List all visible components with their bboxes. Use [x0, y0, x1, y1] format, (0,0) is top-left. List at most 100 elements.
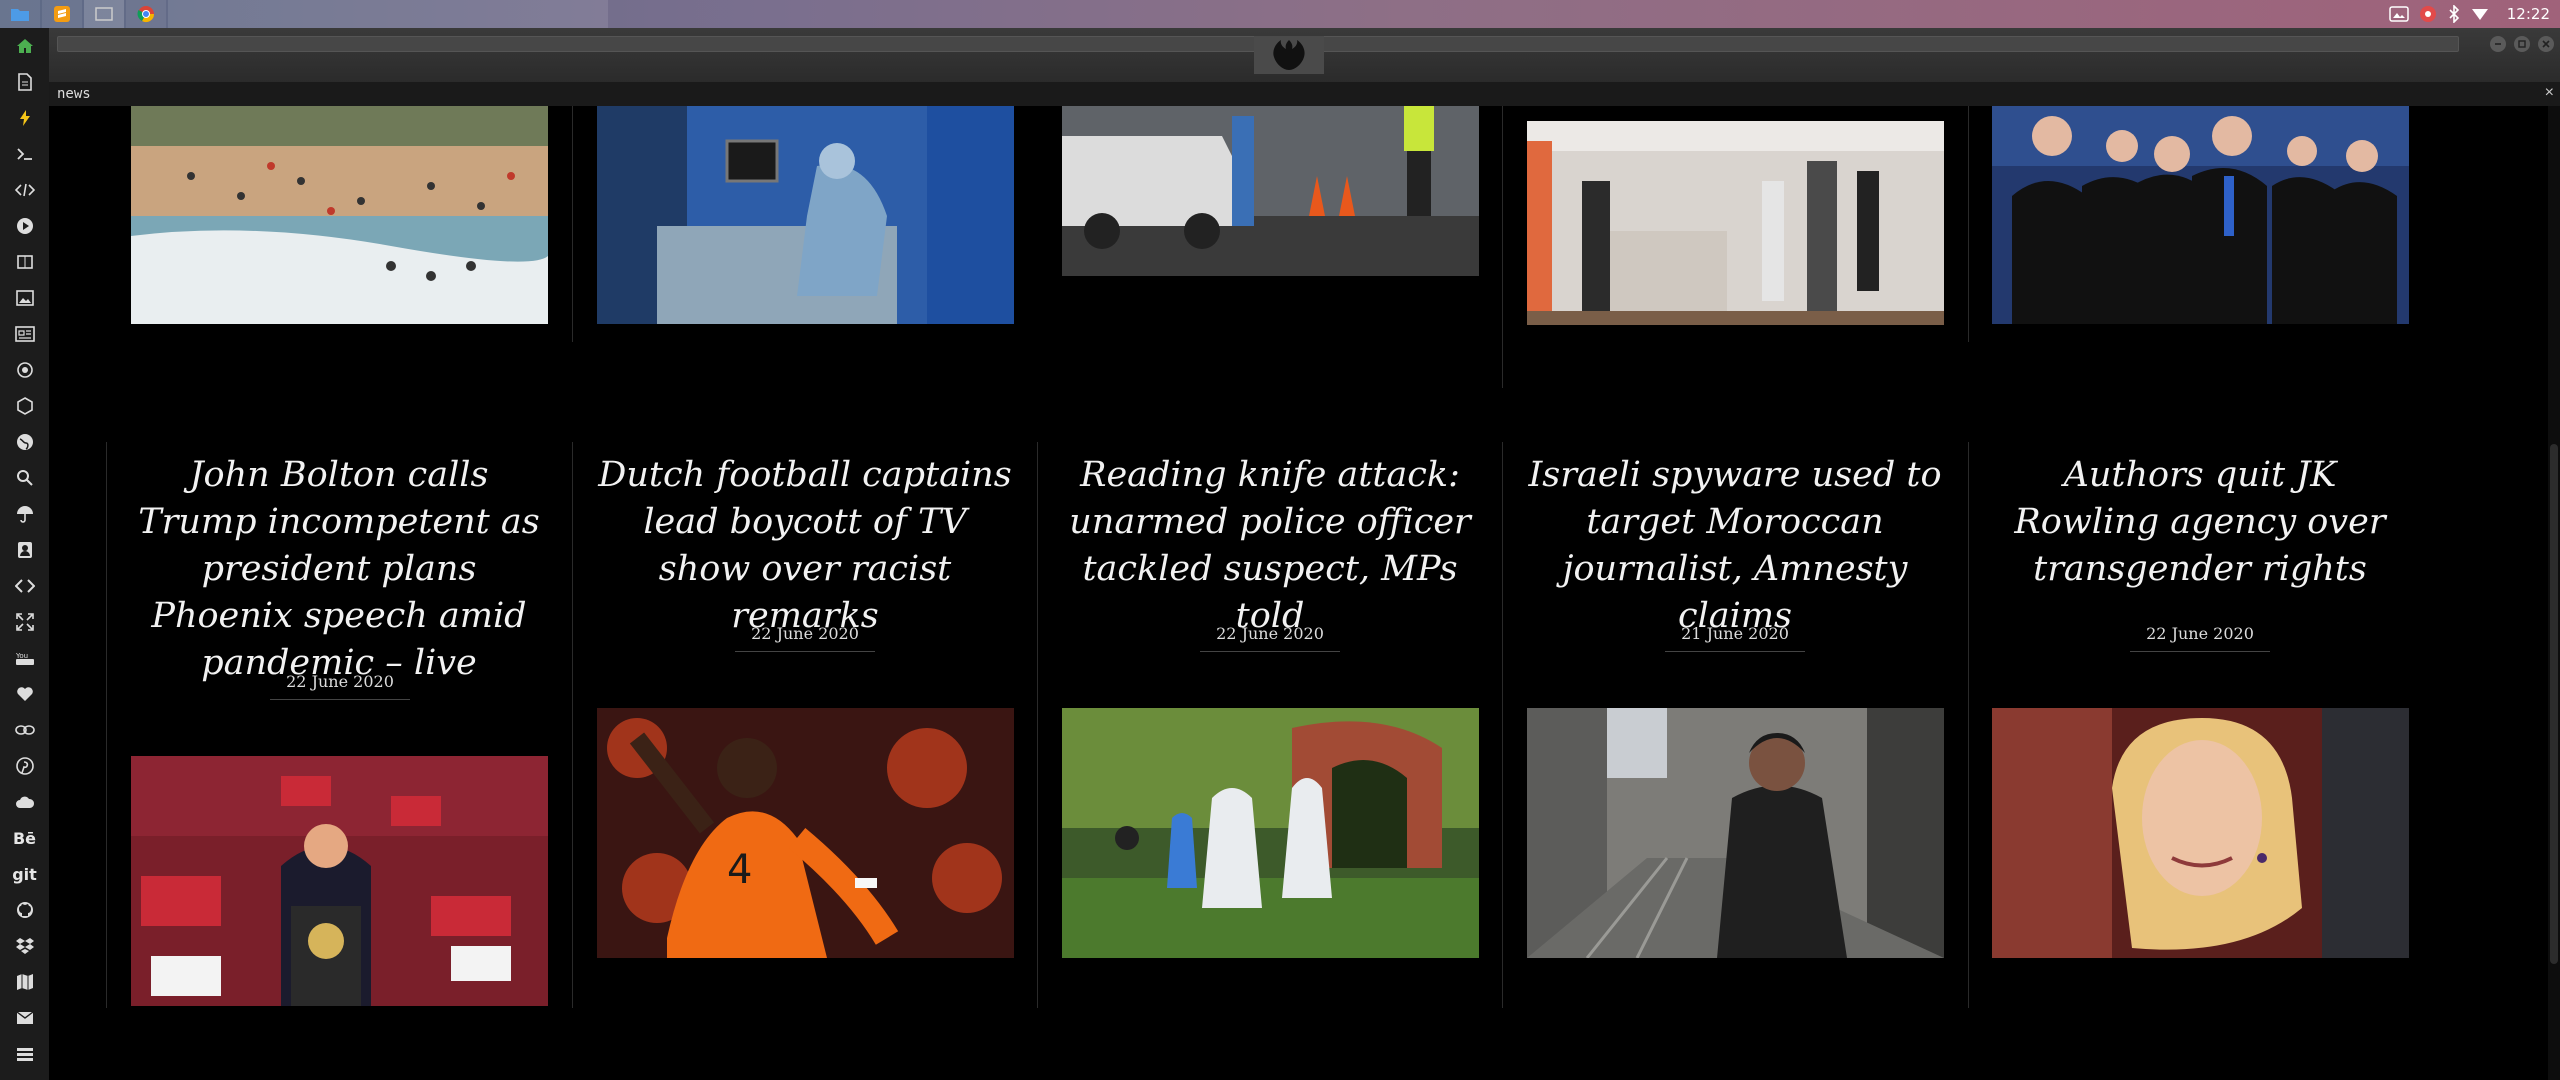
dock-settings[interactable]	[0, 352, 49, 388]
dropbox-icon	[15, 938, 34, 954]
rebel-logo-tab[interactable]	[1254, 36, 1324, 74]
play-icon	[16, 218, 33, 234]
bolt-icon	[19, 110, 30, 126]
article-image-rally[interactable]	[131, 756, 548, 1006]
column-divider	[106, 442, 107, 1008]
system-tray: 12:22	[2389, 0, 2550, 28]
dock-code-tag[interactable]	[0, 568, 49, 604]
dock-github[interactable]	[0, 892, 49, 928]
dock-map[interactable]	[0, 964, 49, 1000]
dock-heart[interactable]	[0, 676, 49, 712]
dock-link[interactable]	[0, 712, 49, 748]
clock[interactable]: 12:22	[2507, 5, 2550, 23]
article-image-leaders[interactable]	[1992, 106, 2409, 324]
article-image-forensics[interactable]	[1062, 708, 1479, 958]
article-date: 22 June 2020	[270, 672, 410, 700]
chrome-icon	[137, 6, 155, 23]
tab-close-button[interactable]: ×	[2545, 84, 2554, 102]
alert-icon[interactable]	[2419, 5, 2437, 23]
heart-icon	[16, 687, 33, 701]
article-image-store[interactable]	[1527, 121, 1944, 325]
close-window-button[interactable]	[2538, 36, 2554, 52]
close-icon	[2542, 40, 2550, 48]
dock-git[interactable]: git	[0, 856, 49, 892]
git-icon: git	[12, 864, 37, 884]
dock-expand[interactable]	[0, 604, 49, 640]
dock-news[interactable]	[0, 316, 49, 352]
article-headline[interactable]: Authors quit JK Rowling agency over tran…	[1990, 452, 2410, 593]
dock-image[interactable]	[0, 280, 49, 316]
os-top-bar: 12:22	[0, 0, 2560, 28]
dock-list[interactable]	[0, 1036, 49, 1072]
article-headline[interactable]: Israeli spyware used to target Moroccan …	[1525, 452, 1945, 640]
photo-icon[interactable]	[2389, 6, 2409, 22]
sublime-icon	[54, 6, 70, 22]
taskbar	[0, 0, 608, 28]
umbrella-icon	[16, 506, 33, 523]
article-image-footballer[interactable]: 4	[597, 708, 1014, 958]
dock-behance[interactable]: Bē	[0, 820, 49, 856]
dock-bolt[interactable]	[0, 100, 49, 136]
blank-taskbar-button[interactable]	[84, 0, 124, 28]
dock-book[interactable]	[0, 244, 49, 280]
article-headline[interactable]: Reading knife attack: unarmed police off…	[1060, 452, 1480, 640]
dock-play[interactable]	[0, 208, 49, 244]
left-dock: You Bē git	[0, 28, 50, 1080]
article-headline[interactable]: John Bolton calls Trump incompetent as p…	[129, 452, 549, 687]
rebel-alliance-icon	[1273, 40, 1305, 70]
link-icon	[14, 725, 35, 735]
page-scrollbar[interactable]	[2548, 106, 2560, 1080]
article-image-hospital[interactable]	[597, 106, 1014, 324]
dock-search[interactable]	[0, 460, 49, 496]
article-image-author[interactable]	[1992, 708, 2409, 958]
code-tag-icon	[14, 579, 35, 593]
maximize-button[interactable]	[2514, 36, 2530, 52]
cloud-icon	[15, 796, 34, 808]
svg-text:You: You	[15, 652, 28, 660]
tab-title[interactable]: news	[57, 86, 91, 102]
article-date: 22 June 2020	[2130, 624, 2270, 652]
chrome-taskbar-button[interactable]	[126, 0, 166, 28]
dock-youtube[interactable]: You	[0, 640, 49, 676]
dock-contact[interactable]	[0, 532, 49, 568]
scrollbar-thumb[interactable]	[2550, 444, 2558, 964]
dock-umbrella[interactable]	[0, 496, 49, 532]
window-controls	[2490, 36, 2554, 52]
column-divider	[1502, 442, 1503, 1008]
svg-text:4: 4	[727, 847, 752, 893]
dock-cloud[interactable]	[0, 784, 49, 820]
dock-home[interactable]	[0, 28, 49, 64]
column-divider	[1037, 442, 1038, 1008]
dock-globe[interactable]	[0, 424, 49, 460]
article-date: 22 June 2020	[1200, 624, 1340, 652]
wifi-icon[interactable]	[2471, 7, 2489, 21]
dock-document[interactable]	[0, 64, 49, 100]
files-taskbar-button[interactable]	[0, 0, 40, 28]
dock-hexagon[interactable]	[0, 388, 49, 424]
tab-strip: news ×	[49, 82, 2560, 107]
article-image-testing-site[interactable]	[1062, 106, 1479, 276]
news-grid: John Bolton calls Trump incompetent as p…	[49, 106, 2560, 1080]
behance-icon: Bē	[12, 828, 37, 848]
expand-icon	[15, 613, 34, 631]
home-icon	[16, 39, 33, 53]
dock-terminal[interactable]	[0, 136, 49, 172]
sublime-taskbar-button[interactable]	[42, 0, 82, 28]
bluetooth-icon[interactable]	[2447, 5, 2461, 23]
dock-code[interactable]	[0, 172, 49, 208]
dock-dropbox[interactable]	[0, 928, 49, 964]
mail-icon	[16, 1011, 33, 1024]
minimize-button[interactable]	[2490, 36, 2506, 52]
contact-icon	[17, 542, 32, 558]
article-headline[interactable]: Dutch football captains lead boycott of …	[595, 452, 1015, 640]
terminal-icon	[16, 148, 32, 160]
dock-mail[interactable]	[0, 1000, 49, 1036]
image-icon	[15, 290, 34, 306]
dock-pinterest[interactable]	[0, 748, 49, 784]
article-image-beach[interactable]	[131, 106, 548, 324]
article-image-journalist[interactable]	[1527, 708, 1944, 958]
column-divider	[1968, 106, 1969, 342]
youtube-icon: You	[15, 652, 34, 665]
globe-icon	[16, 434, 33, 450]
browser-toolbar	[49, 28, 2560, 82]
